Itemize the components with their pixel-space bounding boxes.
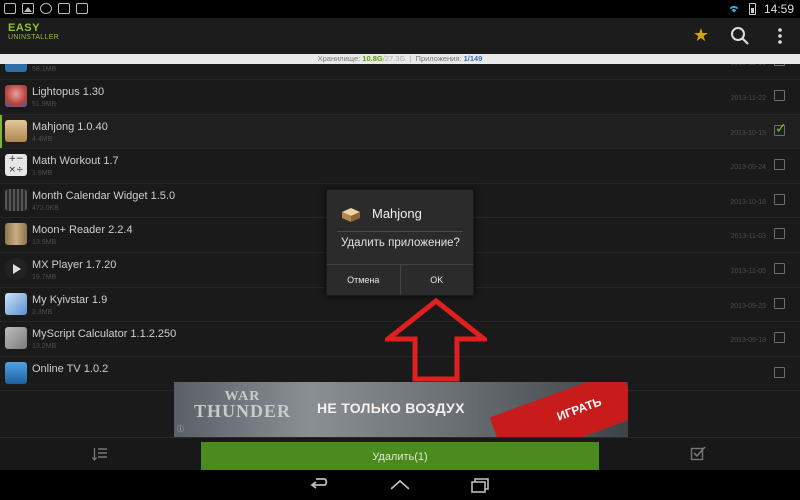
app-date: 2013-11-15 bbox=[731, 64, 766, 67]
select-checkbox[interactable] bbox=[774, 159, 785, 171]
select-checkbox[interactable] bbox=[774, 297, 785, 309]
ad-banner[interactable]: WAR THUNDER НЕ ТОЛЬКО ВОЗДУХ ИГРАТЬ ⓘ bbox=[174, 382, 628, 437]
app-date: 2013-09-19 bbox=[730, 337, 766, 345]
app-name: Math Workout 1.7 bbox=[32, 155, 119, 168]
tablet-icon bbox=[4, 3, 16, 14]
mail-icon bbox=[58, 3, 70, 14]
calendar-widget-icon bbox=[5, 188, 27, 211]
system-nav-bar bbox=[0, 470, 800, 500]
logo-line1: EASY bbox=[8, 22, 40, 34]
select-checkbox[interactable] bbox=[774, 228, 785, 240]
list-item-selected[interactable]: Mahjong 1.0.40 4.4MB 2013-10-15 bbox=[0, 114, 800, 150]
mx-player-icon bbox=[5, 258, 27, 280]
myscript-calculator-icon bbox=[5, 327, 27, 350]
ad-info-icon[interactable]: ⓘ bbox=[177, 424, 184, 434]
app-logo[interactable]: EASY UNINSTALLER bbox=[8, 22, 60, 42]
uninstall-confirm-dialog: Mahjong Удалить приложение? Отмена OK bbox=[326, 189, 474, 296]
app-name: My Kyivstar 1.9 bbox=[32, 293, 108, 306]
dialog-divider bbox=[337, 231, 463, 232]
app-date: 2013-11-05 bbox=[730, 268, 766, 275]
notification-icons bbox=[4, 3, 88, 14]
app-icon bbox=[5, 64, 27, 72]
select-checkbox[interactable] bbox=[774, 90, 785, 101]
app-bar: EASY UNINSTALLER ★ bbox=[0, 18, 800, 54]
dialog-buttons: Отмена OK bbox=[327, 264, 473, 295]
app-name: Online TV 1.0.2 bbox=[32, 362, 109, 375]
storage-total: /27.3G bbox=[382, 54, 406, 63]
app-size: 472.0KB bbox=[32, 204, 59, 212]
app-size: 58.1MB bbox=[32, 66, 57, 73]
list-item[interactable]: 58.1MB 2013-11-15 bbox=[0, 64, 800, 80]
app-date: 2013-10-15 bbox=[730, 129, 766, 137]
delete-button[interactable]: Удалить(1) bbox=[201, 442, 599, 471]
app-size: 13.9MB bbox=[32, 239, 57, 247]
mahjong-icon bbox=[340, 204, 362, 224]
wifi-icon bbox=[727, 3, 741, 15]
red-arrow-annotation bbox=[385, 298, 487, 382]
app-name: Mahjong 1.0.40 bbox=[32, 120, 108, 133]
app-size: 2.3MB bbox=[32, 308, 53, 316]
list-item[interactable]: Lightopus 1.30 51.9MB 2013-11-22 bbox=[0, 80, 800, 115]
dialog-message: Удалить приложение? bbox=[341, 237, 460, 249]
logo-line2: UNINSTALLER bbox=[8, 34, 60, 41]
cancel-button[interactable]: Отмена bbox=[327, 265, 400, 295]
app-name: Moon+ Reader 2.2.4 bbox=[32, 224, 133, 237]
ad-logo-line2: THUNDER bbox=[194, 401, 292, 422]
status-bar: 14:59 bbox=[0, 0, 800, 18]
back-icon[interactable] bbox=[308, 476, 332, 494]
ok-button[interactable]: OK bbox=[399, 265, 474, 295]
app-name: Month Calendar Widget 1.5.0 bbox=[32, 189, 176, 202]
dialog-title: Mahjong bbox=[372, 206, 422, 221]
app-date: 2013-09-24 bbox=[730, 164, 766, 172]
overflow-menu-icon[interactable] bbox=[769, 25, 791, 47]
sort-icon[interactable] bbox=[91, 446, 108, 462]
app-date: 2013-11-22 bbox=[730, 95, 766, 102]
search-icon[interactable] bbox=[729, 25, 751, 47]
ad-logo: WAR THUNDER bbox=[194, 389, 292, 422]
app-name: Lightopus 1.30 bbox=[32, 86, 105, 98]
select-checkbox[interactable] bbox=[774, 263, 785, 274]
ad-headline: НЕ ТОЛЬКО ВОЗДУХ bbox=[317, 400, 465, 416]
storage-separator: | bbox=[409, 54, 412, 63]
app-date: 2013-09-23 bbox=[730, 302, 766, 310]
app-date: 2013-10-18 bbox=[730, 198, 766, 206]
select-checkbox[interactable] bbox=[774, 193, 785, 205]
storage-summary: Хранилище: 10.8G/27.3G | Приложения: 1/1… bbox=[0, 54, 800, 64]
math-workout-icon: +− ×÷ bbox=[5, 154, 27, 177]
storage-used: 10.8G bbox=[362, 54, 383, 63]
download-done-icon bbox=[76, 3, 88, 14]
apps-total: /149 bbox=[467, 54, 483, 63]
select-checkbox[interactable] bbox=[774, 64, 785, 66]
app-date: 2013-11-03 bbox=[730, 233, 766, 241]
app-size: 4.4MB bbox=[32, 135, 53, 143]
select-checkbox[interactable] bbox=[774, 366, 785, 378]
star-icon[interactable]: ★ bbox=[690, 25, 712, 47]
select-checkbox[interactable] bbox=[774, 332, 785, 344]
clock: 14:59 bbox=[763, 2, 794, 16]
app-name: MyScript Calculator 1.1.2.250 bbox=[32, 328, 177, 341]
moon-reader-icon bbox=[5, 223, 27, 246]
apps-label: Приложения: bbox=[415, 54, 462, 63]
kyivstar-icon bbox=[5, 292, 27, 315]
app-size: 19.7MB bbox=[32, 274, 57, 281]
battery-icon bbox=[748, 3, 756, 15]
online-tv-icon bbox=[5, 361, 27, 384]
recent-apps-icon[interactable] bbox=[468, 476, 492, 494]
select-all-icon[interactable] bbox=[690, 446, 706, 462]
bottom-action-bar: Удалить(1) bbox=[0, 437, 800, 471]
sync-icon bbox=[40, 3, 52, 14]
select-checkbox-checked[interactable] bbox=[774, 121, 787, 137]
image-notification-icon bbox=[22, 3, 34, 14]
list-item[interactable]: +− ×÷ Math Workout 1.7 1.6MB 2013-09-24 bbox=[0, 149, 800, 184]
storage-label: Хранилище: bbox=[317, 54, 361, 63]
mahjong-icon bbox=[5, 119, 27, 142]
app-size: 51.9MB bbox=[32, 101, 57, 108]
app-name: MX Player 1.7.20 bbox=[32, 259, 117, 271]
home-icon[interactable] bbox=[388, 476, 412, 494]
lightopus-icon bbox=[5, 85, 27, 107]
app-size: 1.6MB bbox=[32, 170, 53, 178]
app-size: 13.2MB bbox=[32, 343, 57, 351]
